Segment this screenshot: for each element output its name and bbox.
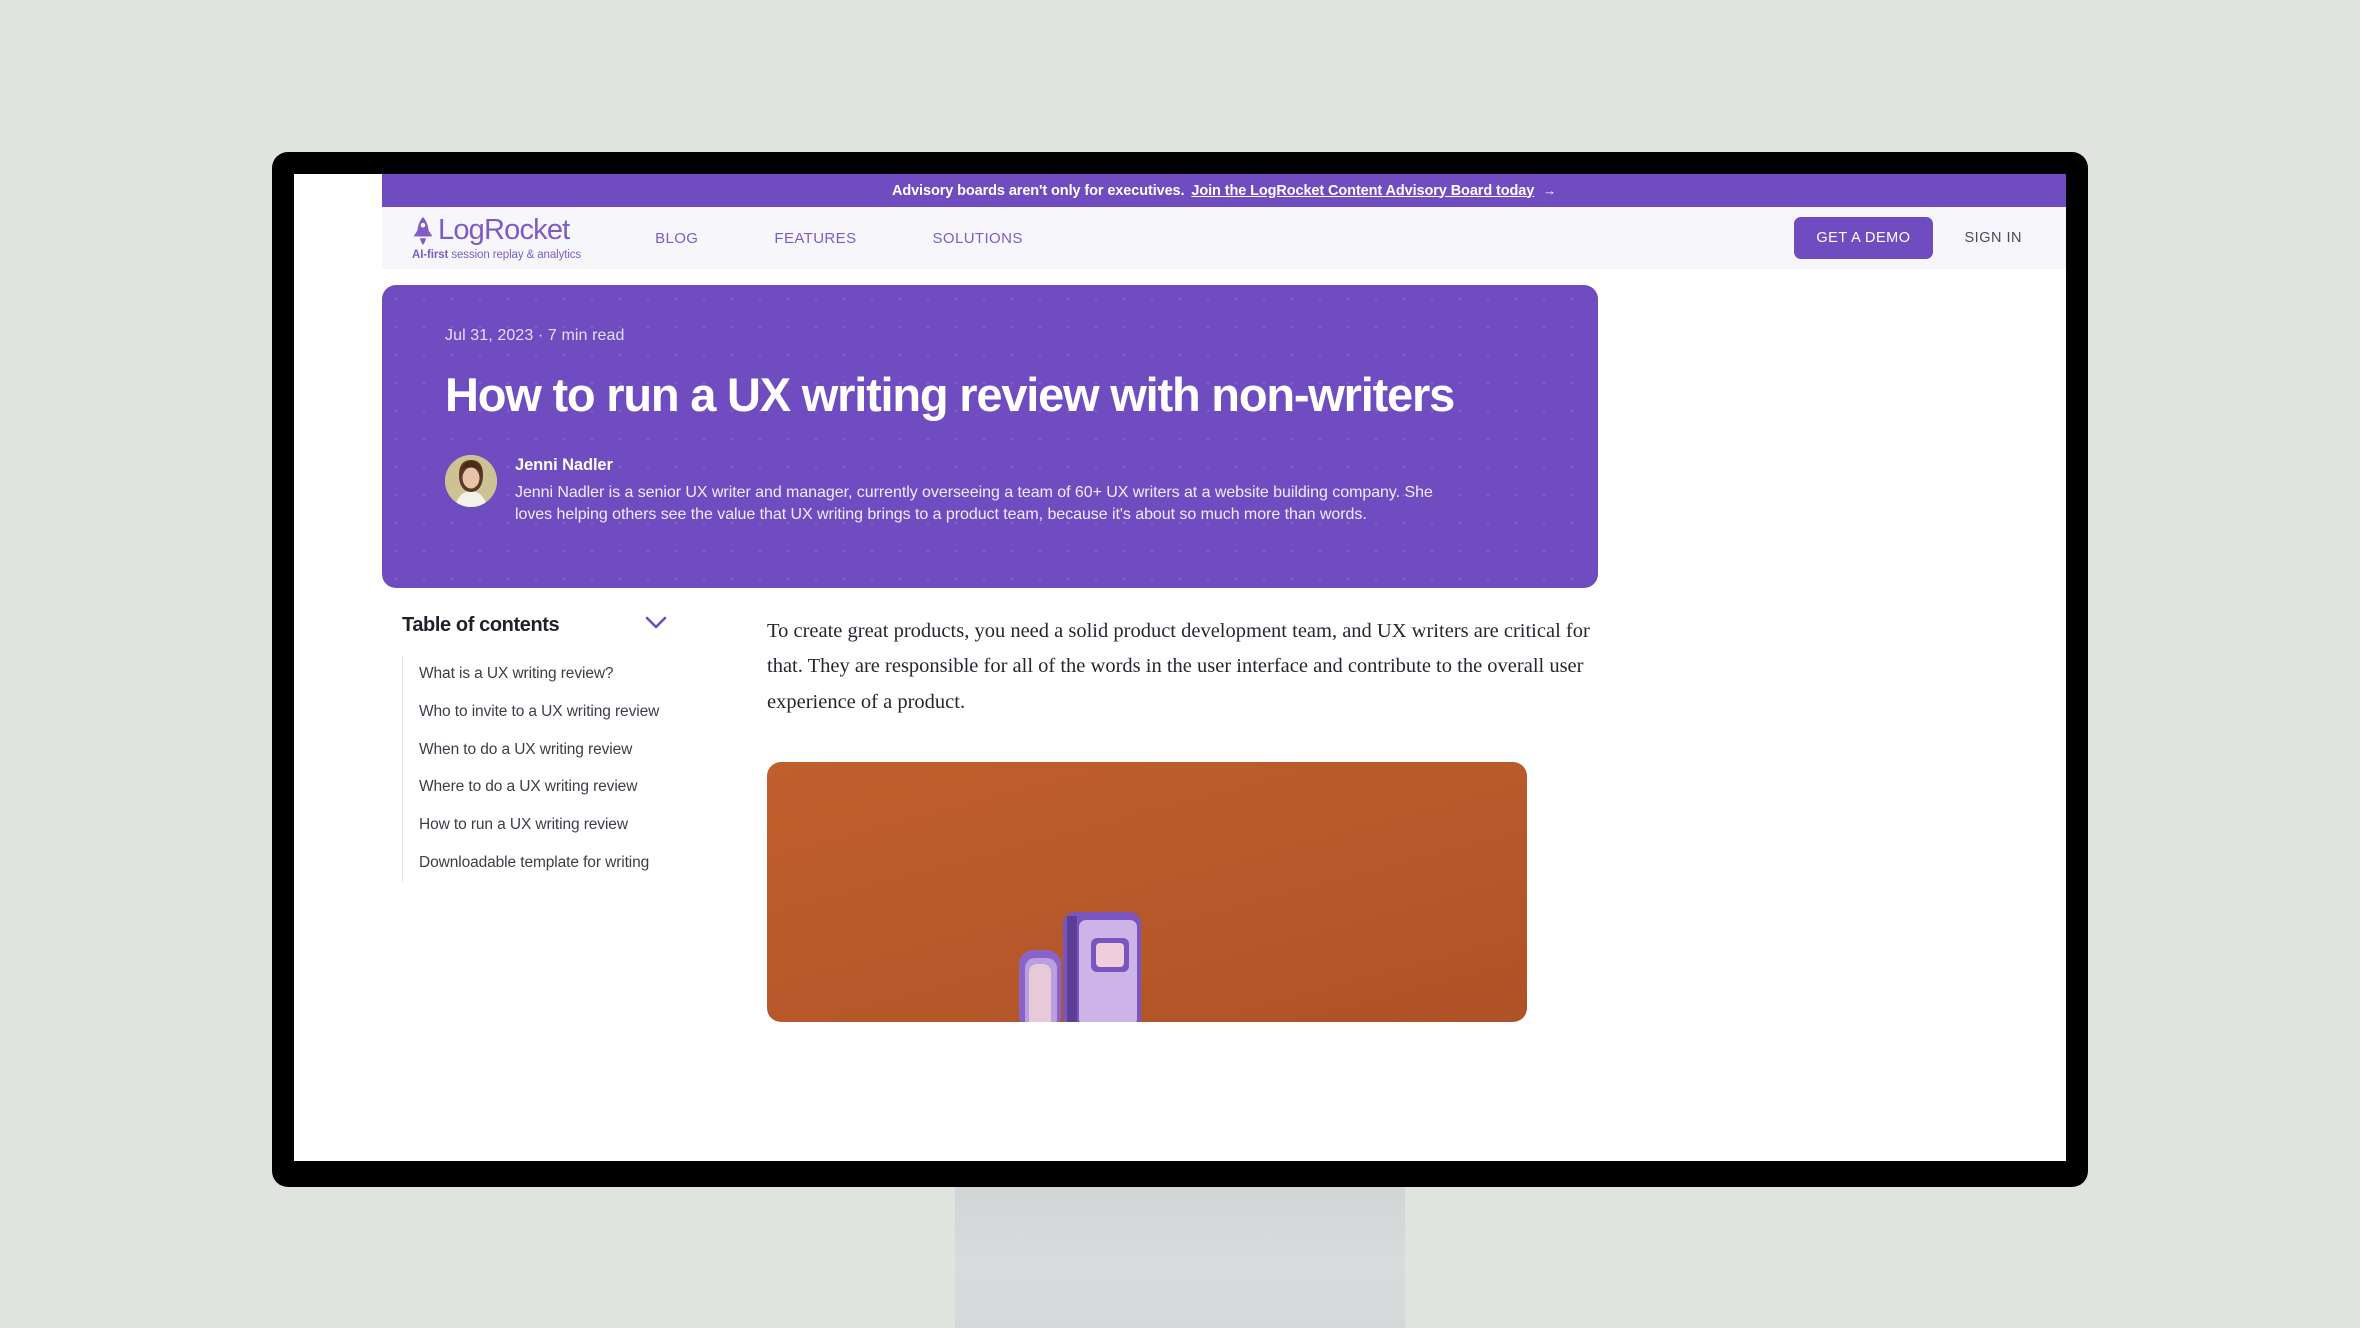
- main-navigation: BLOG FEATURES SOLUTIONS: [617, 230, 1061, 247]
- nav-item-solutions[interactable]: SOLUTIONS: [894, 230, 1060, 247]
- page-content: Jul 31, 2023 · 7 min read How to run a U…: [382, 285, 2066, 1161]
- toc-item-who-to-invite[interactable]: Who to invite to a UX writing review: [403, 693, 712, 731]
- monitor: Advisory boards aren't only for executiv…: [272, 152, 2088, 1187]
- announcement-link[interactable]: Join the LogRocket Content Advisory Boar…: [1191, 183, 1534, 199]
- article-hero: Jul 31, 2023 · 7 min read How to run a U…: [382, 285, 1598, 588]
- header-actions: GET A DEMO SIGN IN: [1794, 207, 2044, 269]
- article-body-area: Table of contents What is a UX writing r…: [382, 614, 2066, 1022]
- article-meta: Jul 31, 2023 · 7 min read: [445, 327, 625, 344]
- announcement-banner[interactable]: Advisory boards aren't only for executiv…: [382, 174, 2066, 207]
- logo[interactable]: LogRocket AI-first session replay & anal…: [412, 216, 581, 261]
- monitor-bezel: Advisory boards aren't only for executiv…: [272, 152, 2088, 1187]
- author-block: Jenni Nadler Jenni Nadler is a senior UX…: [445, 454, 1598, 527]
- toc-item-when-to-do[interactable]: When to do a UX writing review: [403, 731, 712, 769]
- logo-tagline-rest: session replay & analytics: [448, 248, 582, 261]
- monitor-stand: [955, 1187, 1405, 1328]
- arrow-right-icon: →: [1543, 182, 1557, 198]
- rocket-icon: [412, 216, 434, 246]
- table-of-contents: Table of contents What is a UX writing r…: [402, 614, 732, 1022]
- toc-list: What is a UX writing review? Who to invi…: [402, 655, 712, 882]
- nav-item-features[interactable]: FEATURES: [736, 230, 894, 247]
- site-header: LogRocket AI-first session replay & anal…: [382, 207, 2066, 269]
- avatar: [445, 454, 497, 507]
- announcement-message: Advisory boards aren't only for executiv…: [891, 182, 1185, 199]
- toc-item-downloadable-template[interactable]: Downloadable template for writing: [403, 844, 712, 882]
- sign-in-button[interactable]: SIGN IN: [1943, 217, 2044, 259]
- chevron-down-icon[interactable]: [645, 616, 667, 635]
- article-content: To create great products, you need a sol…: [732, 614, 2066, 1022]
- toc-title: Table of contents: [402, 614, 560, 636]
- toc-item-how-to-run[interactable]: How to run a UX writing review: [403, 806, 712, 844]
- toc-item-where-to-do[interactable]: Where to do a UX writing review: [403, 768, 712, 806]
- author-name: Jenni Nadler: [515, 455, 613, 474]
- logo-wordmark: LogRocket: [438, 214, 570, 246]
- toc-item-what-is[interactable]: What is a UX writing review?: [403, 655, 712, 693]
- logo-tagline-bold: AI-first: [412, 248, 449, 261]
- article-paragraph-1: To create great products, you need a sol…: [767, 620, 1590, 713]
- page-title: How to run a UX writing review with non-…: [445, 368, 1455, 421]
- get-a-demo-button[interactable]: GET A DEMO: [1794, 217, 1933, 259]
- article-hero-image: [767, 761, 1527, 1022]
- author-bio: Jenni Nadler is a senior UX writer and m…: [515, 483, 1433, 524]
- announcement-text: Advisory boards aren't only for executiv…: [892, 183, 1556, 199]
- nav-item-blog[interactable]: BLOG: [617, 230, 736, 247]
- toc-header[interactable]: Table of contents: [402, 614, 712, 637]
- logo-tagline: AI-first session replay & analytics: [412, 249, 581, 261]
- browser-screen: Advisory boards aren't only for executiv…: [294, 174, 2066, 1161]
